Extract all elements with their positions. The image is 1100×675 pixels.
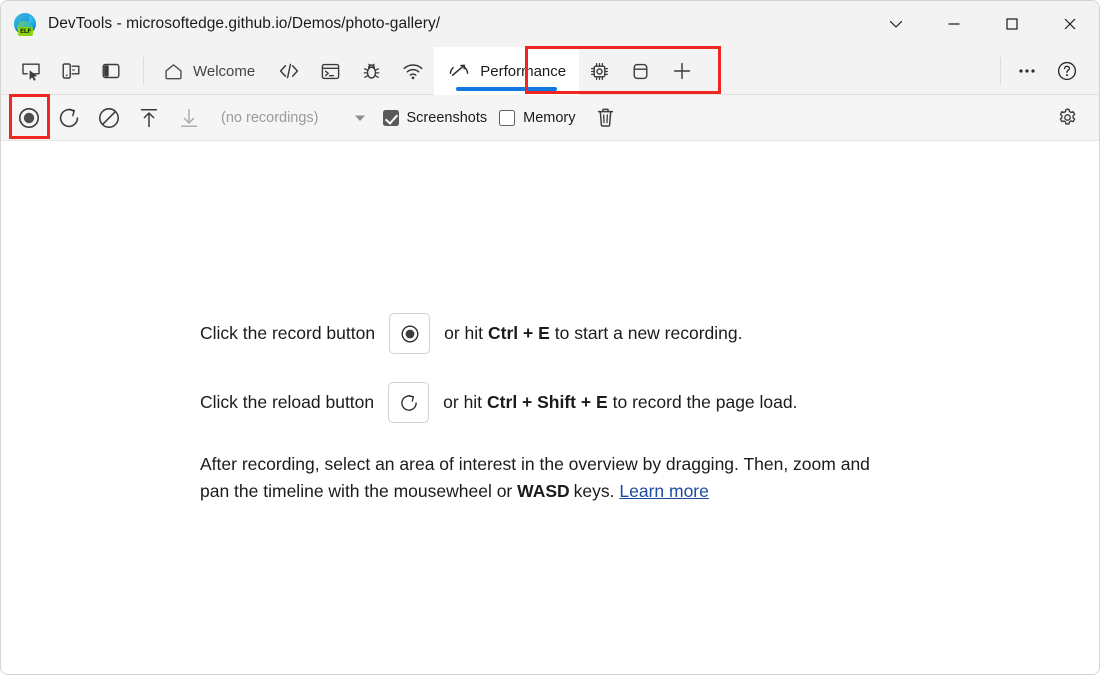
performance-empty-panel: Click the record button or hit Ctrl + E … [1,141,1099,674]
inspect-cursor-icon[interactable] [11,51,51,91]
tab-network[interactable] [392,47,434,95]
memory-checkbox-box [499,109,516,126]
learn-more-link[interactable]: Learn more [619,481,709,501]
speedometer-icon [447,59,471,83]
caret-down-icon[interactable] [349,98,371,138]
memory-checkbox-label: Memory [523,109,576,126]
recordings-selector-value[interactable]: (no recordings) [221,110,319,126]
tab-application[interactable] [620,47,661,95]
tabstrip-divider [143,57,144,84]
hint-reload-middle: or hit [443,392,483,413]
record-button[interactable] [9,98,49,138]
clear-recording-button[interactable] [89,98,129,138]
tab-console[interactable] [310,47,351,95]
minimize-icon[interactable] [925,1,983,47]
gear-icon[interactable] [1047,98,1087,138]
memory-checkbox[interactable]: Memory [499,109,576,126]
tool-tabs: Welcome Performance [150,47,994,95]
perf-toolbar-right [1047,98,1099,138]
tabstrip-divider-right [1000,57,1001,84]
tab-welcome[interactable]: Welcome [150,47,268,95]
hint-reload-shortcut: Ctrl + Shift + E [487,392,608,413]
devtools-window: ELF DevTools - microsoftedge.github.io/D… [0,0,1100,675]
dock-panel-icon[interactable] [91,51,131,91]
devtools-tabstrip: Welcome Performance [1,46,1099,95]
home-icon [163,61,184,82]
tabstrip-tools [1,47,137,94]
screenshots-checkbox-label: Screenshots [406,109,488,126]
hint-record-button[interactable] [389,313,431,354]
tab-performance-label: Performance [480,62,567,80]
window-title: DevTools - microsoftedge.github.io/Demos… [48,15,441,32]
hint-block: Click the record button or hit Ctrl + E … [200,313,900,674]
question-circle-icon[interactable] [1047,51,1087,91]
plus-icon [670,59,694,83]
edge-devtools-icon: ELF [14,13,36,36]
tab-elements[interactable] [268,47,310,95]
device-toggle-icon[interactable] [51,51,91,91]
hint-record-middle: or hit [444,323,483,344]
screenshots-checkbox-box [382,109,399,126]
tab-memory[interactable] [579,47,620,95]
hint-reload-prefix: Click the reload button [200,392,375,413]
trash-icon[interactable] [586,98,626,138]
wifi-icon [401,59,425,83]
ellipsis-icon[interactable] [1007,51,1047,91]
hint-record-row: Click the record button or hit Ctrl + E … [200,313,900,354]
chevron-down-icon[interactable] [867,1,925,47]
close-icon[interactable] [1041,1,1099,47]
performance-toolbar: (no recordings) Screenshots Memory [1,94,1099,141]
code-brackets-icon [277,59,301,83]
hint-reload-suffix: to record the page load. [612,392,798,413]
title-bar: ELF DevTools - microsoftedge.github.io/D… [1,1,1099,47]
database-icon [629,60,652,83]
bug-icon [360,60,383,83]
reload-record-button[interactable] [49,98,89,138]
tab-performance[interactable]: Performance [434,47,580,95]
cpu-chip-icon [588,60,611,83]
hint-paragraph: After recording, select an area of inter… [200,451,890,505]
tabstrip-right-tools [1007,47,1099,94]
hint-record-suffix: to start a new recording. [554,323,743,344]
hint-record-prefix: Click the record button [200,323,376,344]
hint-paragraph-keys: WASD [517,481,570,502]
load-profile-button[interactable] [129,98,169,138]
hint-reload-row: Click the reload button or hit Ctrl + Sh… [200,382,900,423]
tab-welcome-label: Welcome [193,62,256,80]
hint-reload-button[interactable] [388,382,430,423]
maximize-icon[interactable] [983,1,1041,47]
hint-record-shortcut: Ctrl + E [488,323,550,344]
window-controls [867,1,1099,47]
screenshots-checkbox[interactable]: Screenshots [382,109,488,126]
add-tab-button[interactable] [661,47,703,95]
hint-paragraph-part2: keys. [573,481,615,502]
save-profile-button[interactable] [169,98,209,138]
tab-sources[interactable] [351,47,392,95]
terminal-icon [319,60,342,83]
devtools-badge-label: ELF [18,27,33,36]
